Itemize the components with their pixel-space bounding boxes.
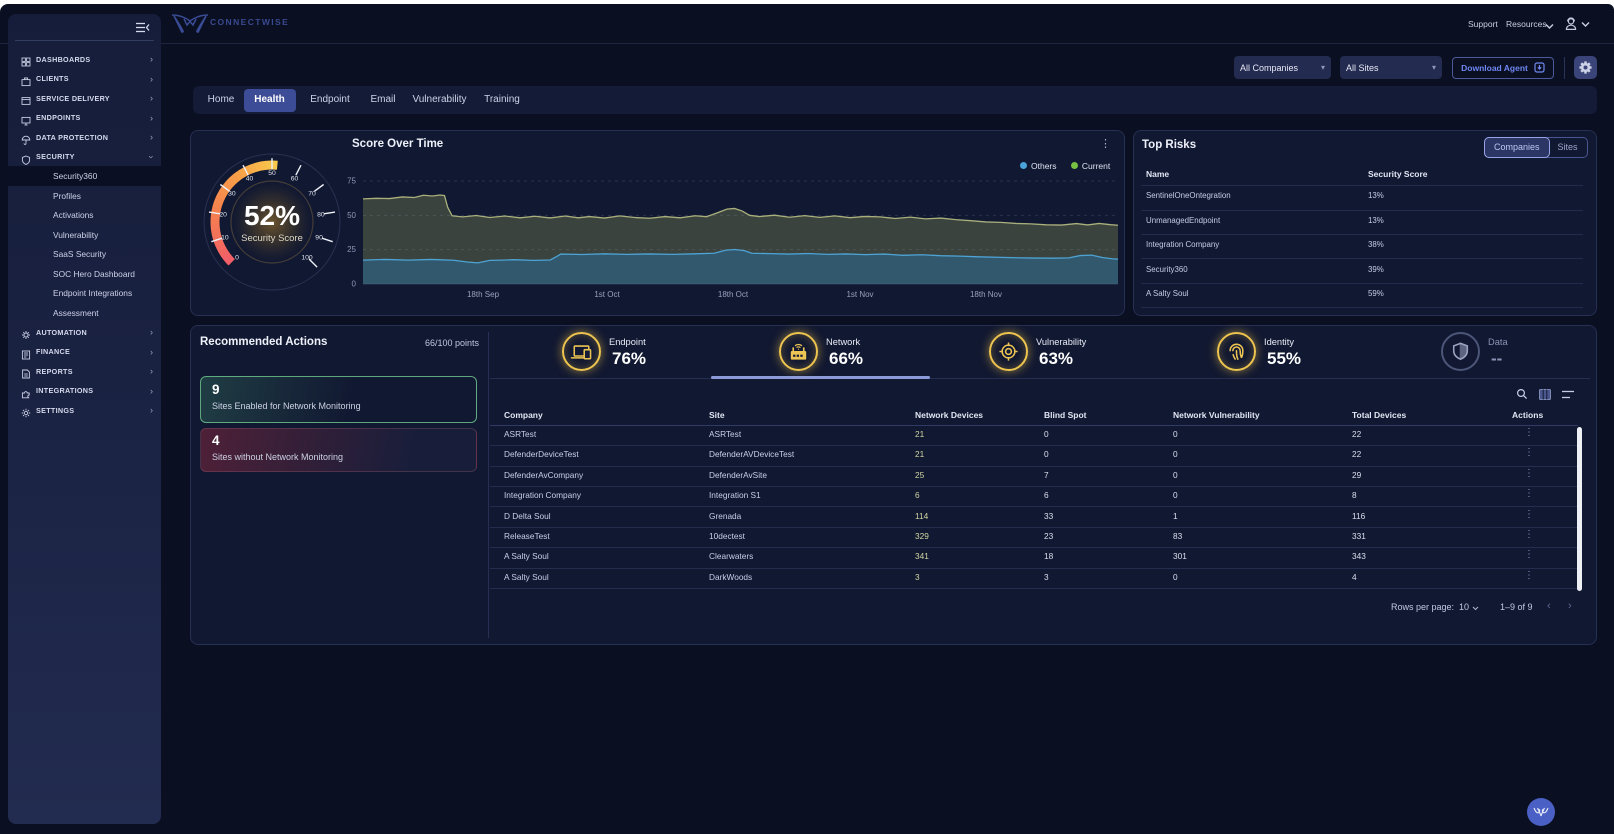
svg-text:1st Oct: 1st Oct: [594, 290, 620, 299]
svg-text:0: 0: [235, 254, 239, 261]
svg-text:10: 10: [221, 235, 229, 242]
svg-text:60: 60: [291, 175, 299, 182]
svg-text:40: 40: [246, 175, 254, 182]
svg-text:25: 25: [347, 245, 356, 254]
svg-text:0: 0: [352, 280, 357, 289]
svg-text:Security Score: Security Score: [241, 233, 303, 244]
svg-text:52%: 52%: [244, 200, 300, 231]
svg-text:80: 80: [317, 212, 325, 219]
svg-text:30: 30: [228, 190, 236, 197]
svg-text:100: 100: [301, 254, 313, 261]
svg-text:90: 90: [315, 235, 323, 242]
svg-text:20: 20: [219, 212, 227, 219]
svg-text:70: 70: [308, 190, 316, 197]
svg-text:50: 50: [268, 170, 276, 177]
svg-text:18th Nov: 18th Nov: [970, 290, 1002, 299]
svg-text:50: 50: [347, 211, 356, 220]
svg-text:18th Sep: 18th Sep: [467, 290, 500, 299]
svg-text:75: 75: [347, 177, 356, 186]
svg-text:1st Nov: 1st Nov: [846, 290, 873, 299]
svg-text:18th Oct: 18th Oct: [718, 290, 749, 299]
